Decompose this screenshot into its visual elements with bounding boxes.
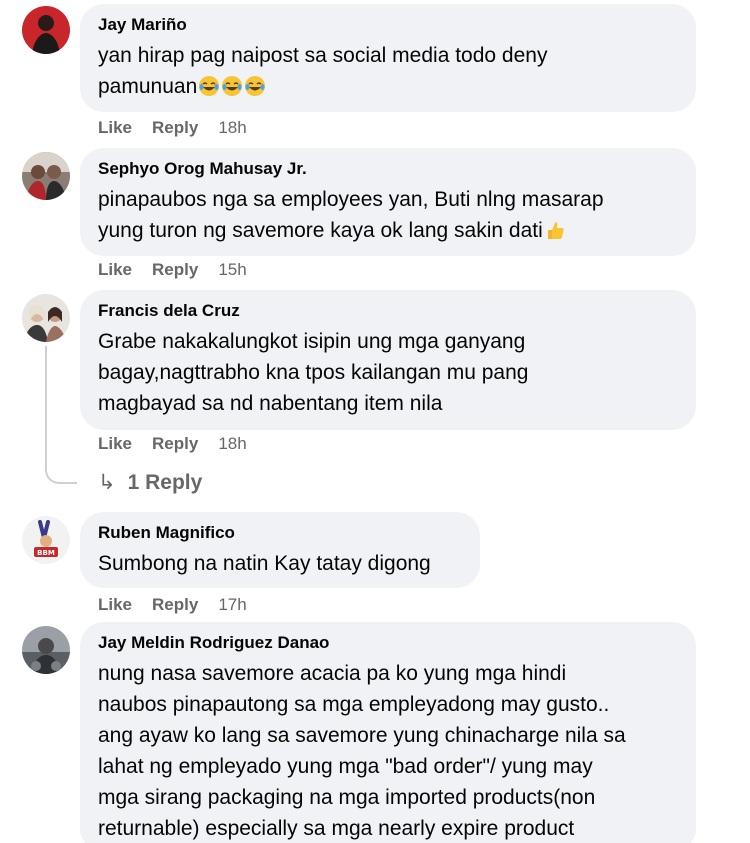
comment-text-line: pamunuan	[98, 75, 198, 98]
avatar[interactable]	[22, 6, 70, 54]
reply-button[interactable]: Reply	[152, 118, 198, 137]
comment-text: yan hirap pag naipost sa social media to…	[98, 40, 678, 102]
reply-arrow-icon: ↳	[98, 471, 116, 494]
crying-laughing-emoji-icon	[222, 76, 243, 96]
comment-bubble: Sephyo Orog Mahusay Jr. pinapaubos nga s…	[80, 148, 696, 256]
view-replies-label: 1 Reply	[127, 471, 203, 494]
view-replies-link[interactable]: ↳ 1 Reply	[98, 470, 202, 495]
comment-timestamp[interactable]: 15h	[218, 260, 246, 279]
avatar[interactable]	[22, 294, 70, 342]
like-button[interactable]: Like	[98, 434, 132, 453]
comment-text: pinapaubos nga sa employees yan, Buti nl…	[98, 184, 678, 246]
comment-timestamp[interactable]: 18h	[218, 434, 246, 453]
reply-button[interactable]: Reply	[152, 260, 198, 279]
avatar[interactable]	[22, 152, 70, 200]
reply-button[interactable]: Reply	[152, 595, 198, 614]
comment-timestamp[interactable]: 17h	[218, 595, 246, 614]
comment-text: nung nasa savemore acacia pa ko yung mga…	[98, 662, 626, 840]
comment-text: Grabe nakakalungkot isipin ung mga ganya…	[98, 330, 529, 415]
comment-bubble: Francis dela Cruz Grabe nakakalungkot is…	[80, 290, 696, 430]
avatar[interactable]	[22, 626, 70, 674]
comment-author[interactable]: Francis dela Cruz	[98, 300, 678, 322]
thread-line	[45, 346, 77, 484]
comment-bubble: Ruben Magnifico Sumbong na natin Kay tat…	[80, 512, 480, 588]
thumbs-up-emoji-icon	[547, 222, 564, 239]
like-button[interactable]: Like	[98, 118, 132, 137]
avatar[interactable]: BBM	[22, 516, 70, 564]
like-button[interactable]: Like	[98, 595, 132, 614]
comment-author[interactable]: Jay Mariño	[98, 14, 678, 36]
comment-timestamp[interactable]: 18h	[218, 118, 246, 137]
like-button[interactable]: Like	[98, 260, 132, 279]
crying-laughing-emoji-icon	[245, 76, 266, 96]
comment-actions: Like Reply 18h	[98, 434, 267, 454]
comment-text: Sumbong na natin Kay tatay digong	[98, 552, 431, 575]
svg-text:BBM: BBM	[37, 549, 55, 557]
reply-button[interactable]: Reply	[152, 434, 198, 453]
comments-section: Jay Mariño yan hirap pag naipost sa soci…	[0, 0, 750, 843]
comment-text-line: yan hirap pag naipost sa social media to…	[98, 44, 548, 67]
crying-laughing-emoji-icon	[199, 76, 220, 96]
comment-actions: Like Reply 17h	[98, 595, 267, 615]
comment-bubble: Jay Mariño yan hirap pag naipost sa soci…	[80, 4, 696, 112]
comment-author[interactable]: Jay Meldin Rodriguez Danao	[98, 632, 678, 654]
comment-bubble: Jay Meldin Rodriguez Danao nung nasa sav…	[80, 622, 696, 843]
comment-actions: Like Reply 15h	[98, 260, 267, 280]
comment-actions: Like Reply 18h	[98, 118, 267, 138]
comment-author[interactable]: Sephyo Orog Mahusay Jr.	[98, 158, 678, 180]
comment-text-body: pinapaubos nga sa employees yan, Buti nl…	[98, 188, 604, 242]
comment-author[interactable]: Ruben Magnifico	[98, 522, 462, 544]
